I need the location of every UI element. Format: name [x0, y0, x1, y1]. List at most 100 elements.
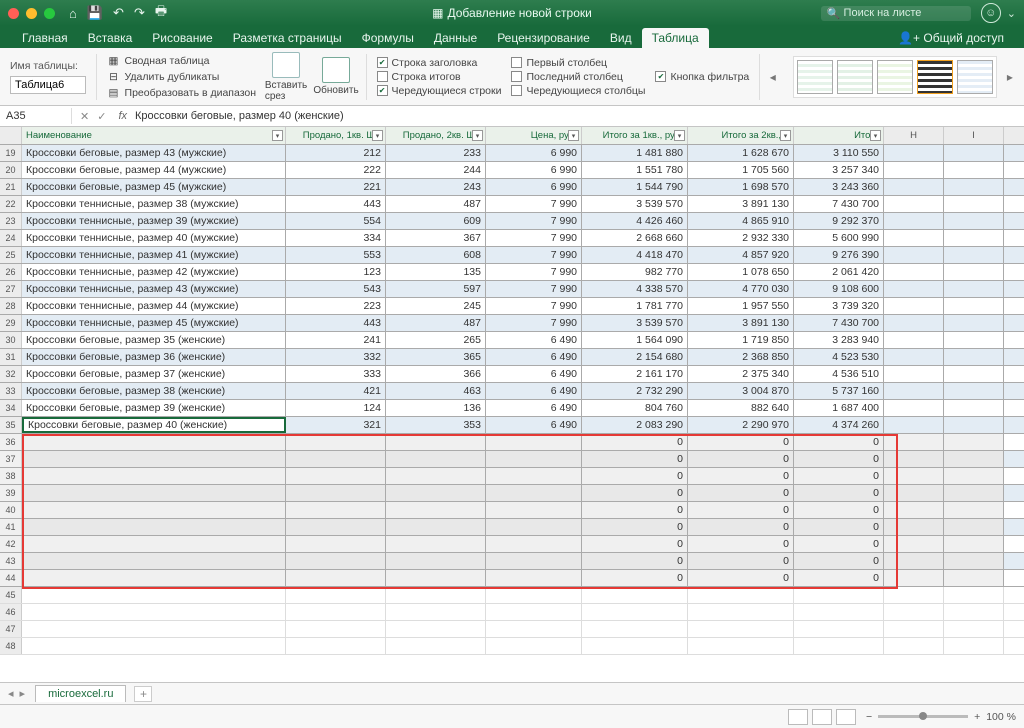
cell[interactable]: 9 276 390 [794, 247, 884, 263]
cell[interactable]: 1 781 770 [582, 298, 688, 314]
filter-button[interactable]: ▾ [372, 130, 383, 141]
cell[interactable] [22, 451, 286, 467]
minimize-icon[interactable] [26, 8, 37, 19]
table-row[interactable]: 27 Кроссовки теннисные, размер 43 (мужск… [0, 281, 1024, 298]
cell[interactable] [386, 451, 486, 467]
row-header[interactable]: 42 [0, 536, 22, 552]
cell[interactable]: 244 [386, 162, 486, 178]
table-row[interactable]: 35 Кроссовки беговые, размер 40 (женские… [0, 417, 1024, 434]
cell[interactable] [944, 264, 1004, 280]
cell[interactable]: Кроссовки теннисные, размер 44 (мужские) [22, 298, 286, 314]
cell[interactable]: 1 719 850 [688, 332, 794, 348]
cell[interactable]: 233 [386, 145, 486, 161]
row-header[interactable]: 31 [0, 349, 22, 365]
cell[interactable] [486, 604, 582, 620]
cell[interactable]: 2 732 290 [582, 383, 688, 399]
cell[interactable]: 0 [688, 553, 794, 569]
cell[interactable]: 6 490 [486, 332, 582, 348]
col-header-a[interactable]: Наименование▾ [22, 127, 286, 144]
cell[interactable]: 0 [794, 451, 884, 467]
cell[interactable]: Кроссовки беговые, размер 37 (женские) [22, 366, 286, 382]
cell[interactable]: Кроссовки теннисные, размер 43 (мужские) [22, 281, 286, 297]
cell[interactable] [944, 485, 1004, 501]
cell[interactable] [944, 553, 1004, 569]
cell[interactable] [386, 604, 486, 620]
row-header[interactable]: 30 [0, 332, 22, 348]
row-header[interactable]: 24 [0, 230, 22, 246]
filter-button[interactable]: ▾ [780, 130, 791, 141]
cell[interactable] [884, 162, 944, 178]
row-header[interactable]: 43 [0, 553, 22, 569]
sheet-next-icon[interactable]: ▸ [20, 687, 26, 700]
cell[interactable] [386, 638, 486, 654]
table-row[interactable]: 29 Кроссовки теннисные, размер 45 (мужск… [0, 315, 1024, 332]
cell[interactable]: 443 [286, 196, 386, 212]
row-header[interactable]: 34 [0, 400, 22, 416]
first-col-checkbox[interactable]: Первый столбец [511, 57, 645, 69]
cell[interactable]: 0 [688, 468, 794, 484]
cell[interactable] [884, 179, 944, 195]
cell[interactable]: 4 426 460 [582, 213, 688, 229]
cell[interactable]: 3 891 130 [688, 196, 794, 212]
cell[interactable] [944, 417, 1004, 433]
cell[interactable]: 0 [794, 519, 884, 535]
cell[interactable]: 0 [794, 468, 884, 484]
cell[interactable]: Кроссовки беговые, размер 39 (женские) [22, 400, 286, 416]
table-row[interactable]: 20 Кроссовки беговые, размер 44 (мужские… [0, 162, 1024, 179]
cell[interactable]: 6 490 [486, 366, 582, 382]
cell[interactable]: 1 564 090 [582, 332, 688, 348]
cell[interactable]: 2 932 330 [688, 230, 794, 246]
cell[interactable]: 3 891 130 [688, 315, 794, 331]
cell[interactable]: 4 865 910 [688, 213, 794, 229]
cell[interactable] [884, 519, 944, 535]
cell[interactable] [22, 434, 286, 450]
cell[interactable]: 243 [386, 179, 486, 195]
cell[interactable] [944, 230, 1004, 246]
table-row[interactable]: 38 0 0 0 [0, 468, 1024, 485]
cell[interactable]: 222 [286, 162, 386, 178]
cell[interactable]: 3 243 360 [794, 179, 884, 195]
table-row[interactable]: 23 Кроссовки теннисные, размер 39 (мужск… [0, 213, 1024, 230]
cell[interactable] [286, 451, 386, 467]
row-header[interactable]: 33 [0, 383, 22, 399]
table-row[interactable]: 39 0 0 0 [0, 485, 1024, 502]
cell[interactable] [794, 621, 884, 637]
cell[interactable]: Кроссовки теннисные, размер 39 (мужские) [22, 213, 286, 229]
cell[interactable]: 0 [582, 451, 688, 467]
search-input[interactable]: 🔍 Поиск на листе [821, 6, 971, 21]
table-row[interactable]: 33 Кроссовки беговые, размер 38 (женские… [0, 383, 1024, 400]
cell[interactable] [944, 468, 1004, 484]
cell[interactable] [286, 485, 386, 501]
tab-таблица[interactable]: Таблица [642, 28, 709, 48]
cell[interactable]: 0 [688, 570, 794, 586]
page-break-button[interactable] [836, 709, 856, 725]
cell[interactable]: 487 [386, 196, 486, 212]
cell[interactable]: 0 [688, 536, 794, 552]
cell[interactable]: 4 770 030 [688, 281, 794, 297]
cell[interactable]: 0 [582, 485, 688, 501]
cell[interactable]: 3 539 570 [582, 196, 688, 212]
select-all-corner[interactable] [0, 127, 22, 144]
cell[interactable]: 7 990 [486, 281, 582, 297]
cell[interactable]: 124 [286, 400, 386, 416]
cell[interactable]: 366 [386, 366, 486, 382]
filter-button[interactable]: ▾ [870, 130, 881, 141]
cell[interactable] [386, 434, 486, 450]
table-row[interactable]: 37 0 0 0 [0, 451, 1024, 468]
cell[interactable] [22, 553, 286, 569]
spreadsheet-grid[interactable]: Наименование▾ Продано, 1кв. Шт.▾ Продано… [0, 127, 1024, 681]
print-icon[interactable]: 🖶 [155, 2, 167, 24]
table-row[interactable]: 40 0 0 0 [0, 502, 1024, 519]
cell[interactable]: 0 [794, 570, 884, 586]
cell[interactable] [486, 638, 582, 654]
cell[interactable]: 6 990 [486, 179, 582, 195]
cell[interactable]: 0 [794, 502, 884, 518]
cell[interactable] [884, 485, 944, 501]
row-header[interactable]: 20 [0, 162, 22, 178]
cell[interactable]: 882 640 [688, 400, 794, 416]
cell[interactable]: 6 490 [486, 383, 582, 399]
cell[interactable] [22, 570, 286, 586]
cell[interactable] [688, 604, 794, 620]
cell[interactable]: 0 [582, 468, 688, 484]
cell[interactable] [688, 587, 794, 603]
